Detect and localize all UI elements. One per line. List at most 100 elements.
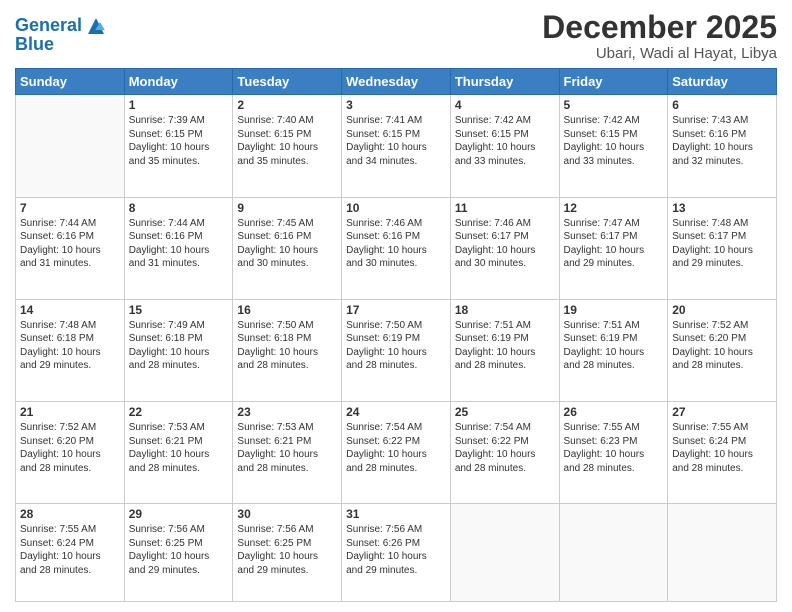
day-info: Sunrise: 7:54 AM Sunset: 6:22 PM Dayligh… [346, 421, 446, 475]
day-number: 27 [672, 405, 772, 419]
day-info: Sunrise: 7:50 AM Sunset: 6:18 PM Dayligh… [237, 319, 337, 373]
day-info: Sunrise: 7:56 AM Sunset: 6:26 PM Dayligh… [346, 523, 446, 577]
day-number: 28 [20, 507, 120, 521]
day-info: Sunrise: 7:44 AM Sunset: 6:16 PM Dayligh… [20, 217, 120, 271]
day-number: 15 [129, 303, 229, 317]
day-number: 12 [564, 201, 664, 215]
day-number: 30 [237, 507, 337, 521]
day-info: Sunrise: 7:43 AM Sunset: 6:16 PM Dayligh… [672, 114, 772, 168]
day-info: Sunrise: 7:56 AM Sunset: 6:25 PM Dayligh… [237, 523, 337, 577]
col-header-friday: Friday [559, 69, 668, 95]
logo-text: General [15, 16, 82, 36]
page: General Blue December 2025 Ubari, Wadi a… [0, 0, 792, 612]
day-info: Sunrise: 7:44 AM Sunset: 6:16 PM Dayligh… [129, 217, 229, 271]
calendar-week-3: 14Sunrise: 7:48 AM Sunset: 6:18 PM Dayli… [16, 299, 777, 401]
day-number: 22 [129, 405, 229, 419]
calendar-week-4: 21 Sunrise: 7:52 AM Sunset: 6:20 PM Dayli… [16, 402, 777, 504]
day-info: Sunrise: 7:45 AM Sunset: 6:16 PM Dayligh… [237, 217, 337, 271]
day-info: Sunrise: 7:51 AM Sunset: 6:19 PM Dayligh… [455, 319, 555, 373]
calendar-cell: 8 Sunrise: 7:44 AM Sunset: 6:16 PM Daylig… [124, 197, 233, 299]
calendar-cell: 6 Sunrise: 7:43 AM Sunset: 6:16 PM Daylig… [668, 95, 777, 197]
col-header-sunday: Sunday [16, 69, 125, 95]
calendar-cell: 19 Sunrise: 7:51 AM Sunset: 6:19 PM Dayli… [559, 299, 668, 401]
day-number: 2 [237, 98, 337, 112]
calendar-cell: 2 Sunrise: 7:40 AM Sunset: 6:15 PM Daylig… [233, 95, 342, 197]
location-subtitle: Ubari, Wadi al Hayat, Libya [542, 45, 777, 62]
calendar-cell: 14Sunrise: 7:48 AM Sunset: 6:18 PM Dayli… [16, 299, 125, 401]
calendar-cell [668, 504, 777, 602]
day-number: 10 [346, 201, 446, 215]
calendar-cell: 31 Sunrise: 7:56 AM Sunset: 6:26 PM Dayli… [342, 504, 451, 602]
day-info: Sunrise: 7:53 AM Sunset: 6:21 PM Dayligh… [129, 421, 229, 475]
calendar-cell [559, 504, 668, 602]
day-number: 6 [672, 98, 772, 112]
logo-icon [84, 14, 108, 38]
calendar-cell: 26 Sunrise: 7:55 AM Sunset: 6:23 PM Dayli… [559, 402, 668, 504]
calendar-week-5: 28 Sunrise: 7:55 AM Sunset: 6:24 PM Dayli… [16, 504, 777, 602]
calendar-cell: 29 Sunrise: 7:56 AM Sunset: 6:25 PM Dayli… [124, 504, 233, 602]
day-number: 8 [129, 201, 229, 215]
day-info: Sunrise: 7:52 AM Sunset: 6:20 PM Dayligh… [672, 319, 772, 373]
day-number: 21 [20, 405, 120, 419]
day-info: Sunrise: 7:52 AM Sunset: 6:20 PM Dayligh… [20, 421, 120, 475]
day-number: 4 [455, 98, 555, 112]
calendar-cell: 18 Sunrise: 7:51 AM Sunset: 6:19 PM Dayli… [450, 299, 559, 401]
calendar-cell: 21 Sunrise: 7:52 AM Sunset: 6:20 PM Dayli… [16, 402, 125, 504]
day-number: 18 [455, 303, 555, 317]
day-number: 17 [346, 303, 446, 317]
day-info: Sunrise: 7:53 AM Sunset: 6:21 PM Dayligh… [237, 421, 337, 475]
calendar-cell: 27 Sunrise: 7:55 AM Sunset: 6:24 PM Dayli… [668, 402, 777, 504]
day-info: Sunrise: 7:42 AM Sunset: 6:15 PM Dayligh… [564, 114, 664, 168]
day-number: 23 [237, 405, 337, 419]
col-header-saturday: Saturday [668, 69, 777, 95]
col-header-tuesday: Tuesday [233, 69, 342, 95]
day-info: Sunrise: 7:55 AM Sunset: 6:23 PM Dayligh… [564, 421, 664, 475]
day-number: 16 [237, 303, 337, 317]
calendar-cell: 13Sunrise: 7:48 AM Sunset: 6:17 PM Dayli… [668, 197, 777, 299]
col-header-thursday: Thursday [450, 69, 559, 95]
calendar-cell: 4Sunrise: 7:42 AM Sunset: 6:15 PM Daylig… [450, 95, 559, 197]
title-block: December 2025 Ubari, Wadi al Hayat, Liby… [542, 10, 777, 62]
calendar-cell: 20 Sunrise: 7:52 AM Sunset: 6:20 PM Dayli… [668, 299, 777, 401]
day-number: 5 [564, 98, 664, 112]
day-number: 11 [455, 201, 555, 215]
day-number: 20 [672, 303, 772, 317]
day-number: 29 [129, 507, 229, 521]
calendar-table: SundayMondayTuesdayWednesdayThursdayFrid… [15, 68, 777, 602]
day-number: 31 [346, 507, 446, 521]
day-info: Sunrise: 7:49 AM Sunset: 6:18 PM Dayligh… [129, 319, 229, 373]
calendar-cell: 1Sunrise: 7:39 AM Sunset: 6:15 PM Daylig… [124, 95, 233, 197]
day-number: 19 [564, 303, 664, 317]
day-info: Sunrise: 7:46 AM Sunset: 6:17 PM Dayligh… [455, 217, 555, 271]
month-title: December 2025 [542, 10, 777, 45]
calendar-cell: 30 Sunrise: 7:56 AM Sunset: 6:25 PM Dayli… [233, 504, 342, 602]
calendar-cell: 22 Sunrise: 7:53 AM Sunset: 6:21 PM Dayli… [124, 402, 233, 504]
calendar-week-1: 1Sunrise: 7:39 AM Sunset: 6:15 PM Daylig… [16, 95, 777, 197]
day-number: 3 [346, 98, 446, 112]
day-info: Sunrise: 7:51 AM Sunset: 6:19 PM Dayligh… [564, 319, 664, 373]
day-number: 26 [564, 405, 664, 419]
calendar-cell: 11 Sunrise: 7:46 AM Sunset: 6:17 PM Dayli… [450, 197, 559, 299]
calendar-cell: 10 Sunrise: 7:46 AM Sunset: 6:16 PM Dayli… [342, 197, 451, 299]
calendar-cell: 3 Sunrise: 7:41 AM Sunset: 6:15 PM Daylig… [342, 95, 451, 197]
day-info: Sunrise: 7:55 AM Sunset: 6:24 PM Dayligh… [20, 523, 120, 577]
calendar-cell: 9Sunrise: 7:45 AM Sunset: 6:16 PM Daylig… [233, 197, 342, 299]
calendar-cell: 16 Sunrise: 7:50 AM Sunset: 6:18 PM Dayli… [233, 299, 342, 401]
calendar-cell: 17Sunrise: 7:50 AM Sunset: 6:19 PM Dayli… [342, 299, 451, 401]
calendar-cell: 15 Sunrise: 7:49 AM Sunset: 6:18 PM Dayli… [124, 299, 233, 401]
day-info: Sunrise: 7:56 AM Sunset: 6:25 PM Dayligh… [129, 523, 229, 577]
day-number: 13 [672, 201, 772, 215]
day-info: Sunrise: 7:47 AM Sunset: 6:17 PM Dayligh… [564, 217, 664, 271]
calendar-cell: 25 Sunrise: 7:54 AM Sunset: 6:22 PM Dayli… [450, 402, 559, 504]
calendar-cell: 12 Sunrise: 7:47 AM Sunset: 6:17 PM Dayli… [559, 197, 668, 299]
day-info: Sunrise: 7:54 AM Sunset: 6:22 PM Dayligh… [455, 421, 555, 475]
day-info: Sunrise: 7:41 AM Sunset: 6:15 PM Dayligh… [346, 114, 446, 168]
calendar-cell [16, 95, 125, 197]
day-info: Sunrise: 7:55 AM Sunset: 6:24 PM Dayligh… [672, 421, 772, 475]
day-info: Sunrise: 7:40 AM Sunset: 6:15 PM Dayligh… [237, 114, 337, 168]
day-info: Sunrise: 7:48 AM Sunset: 6:18 PM Dayligh… [20, 319, 120, 373]
calendar-cell: 24Sunrise: 7:54 AM Sunset: 6:22 PM Dayli… [342, 402, 451, 504]
calendar-cell: 28 Sunrise: 7:55 AM Sunset: 6:24 PM Dayli… [16, 504, 125, 602]
day-info: Sunrise: 7:46 AM Sunset: 6:16 PM Dayligh… [346, 217, 446, 271]
day-number: 25 [455, 405, 555, 419]
